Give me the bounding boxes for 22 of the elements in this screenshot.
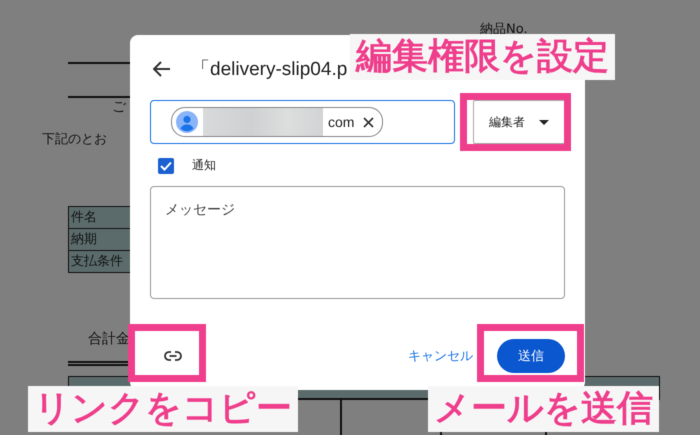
- annotation-caption: メールを送信: [428, 386, 659, 432]
- recipient-field[interactable]: com: [150, 100, 455, 144]
- notify-label: 通知: [192, 157, 216, 174]
- caret-icon: [539, 120, 549, 124]
- annotation-caption: リンクをコピー: [28, 386, 298, 432]
- avatar-icon: [176, 111, 198, 133]
- total-label: 合計金: [88, 330, 130, 348]
- back-arrow-icon[interactable]: [153, 61, 171, 77]
- table-cell-text: 支払条件: [70, 253, 124, 271]
- link-icon: [164, 351, 182, 361]
- close-icon[interactable]: [363, 116, 374, 128]
- email-text: com: [328, 114, 354, 130]
- annotation-caption: 編集権限を設定: [350, 34, 615, 80]
- recipient-chip[interactable]: com: [171, 107, 384, 137]
- role-dropdown[interactable]: 編集者: [473, 100, 565, 144]
- dialog-title: 「delivery-slip04.p: [191, 58, 348, 82]
- send-button[interactable]: 送信: [497, 339, 565, 373]
- message-field[interactable]: メッセージ: [150, 186, 565, 299]
- cancel-button[interactable]: キャンセル: [408, 347, 473, 365]
- intro-text: 下記のとお: [42, 131, 107, 148]
- greeting-text: ご: [112, 98, 126, 116]
- notify-checkbox[interactable]: [158, 158, 174, 174]
